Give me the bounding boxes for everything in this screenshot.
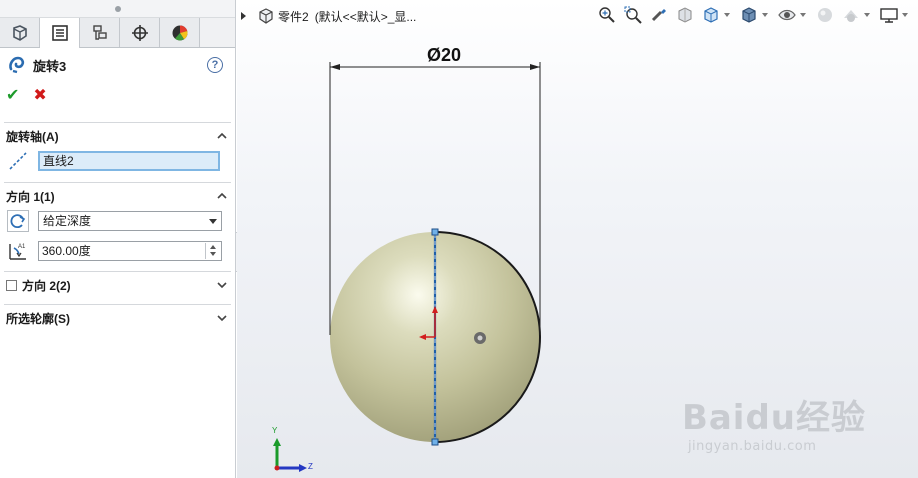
group-label-direction-1: 方向 1(1)	[6, 189, 55, 204]
group-header-direction-1[interactable]: 方向 1(1)	[4, 183, 231, 209]
part-icon	[259, 8, 273, 24]
svg-text:A1: A1	[18, 244, 26, 250]
cancel-icon[interactable]: ✖	[33, 85, 46, 105]
tab-display-manager[interactable]	[160, 18, 200, 47]
group-selected-contours: 所选轮廓(S)	[4, 304, 231, 331]
angle-icon: A1	[6, 239, 30, 263]
spin-up-button[interactable]	[206, 243, 220, 251]
axis-selection-field[interactable]: 直线2	[38, 151, 220, 171]
rotate-cursor-center	[477, 335, 483, 341]
help-icon[interactable]: ?	[207, 57, 223, 73]
tab-feature-manager[interactable]	[0, 18, 40, 47]
chevron-down-icon[interactable]	[217, 313, 227, 323]
axis-endpoint-top[interactable]	[431, 228, 439, 236]
panel-grip[interactable]	[0, 0, 235, 18]
axis-row: 直线2	[4, 149, 231, 173]
heads-up-toolbar	[596, 4, 912, 26]
dimension-arrow-right	[530, 64, 540, 70]
spin-down-button[interactable]	[206, 251, 220, 259]
view-orientation-dropdown[interactable]	[724, 13, 730, 17]
section-view-icon[interactable]	[674, 4, 696, 26]
tab-dimxpert[interactable]	[120, 18, 160, 47]
tab-property-manager[interactable]	[40, 18, 80, 48]
breadcrumb[interactable]: 零件2 (默认<<默认>_显...	[241, 6, 416, 26]
ok-cancel-row: ✔ ✖	[0, 82, 235, 108]
triad-z-label: Z	[308, 462, 313, 471]
axis-endpoint-bottom[interactable]	[431, 438, 439, 446]
watermark-url: jingyan.baidu.com	[687, 439, 817, 454]
hide-show-dropdown[interactable]	[800, 13, 806, 17]
tab-config-manager[interactable]	[80, 18, 120, 47]
triad-origin	[274, 465, 280, 471]
previous-view-icon[interactable]	[648, 4, 670, 26]
end-condition-row: 给定深度	[4, 209, 231, 233]
breadcrumb-config: (默认<<默认>_显...	[314, 9, 417, 24]
apply-scene-icon[interactable]	[840, 4, 862, 26]
end-condition-value: 给定深度	[43, 214, 92, 228]
grip-dot	[114, 5, 121, 12]
dimension-arrow-left	[330, 64, 340, 70]
chevron-up-icon[interactable]	[217, 191, 227, 201]
dimension-value[interactable]: Ø20	[427, 45, 461, 66]
zoom-area-icon[interactable]	[622, 4, 644, 26]
config-manager-tab-icon	[92, 24, 107, 40]
manager-tabs	[0, 18, 235, 48]
chevron-right-icon[interactable]	[241, 12, 246, 20]
view-settings-icon[interactable]	[878, 4, 900, 26]
sketch-tab-icon	[12, 24, 27, 41]
edit-appearance-icon[interactable]	[814, 4, 836, 26]
view-settings-dropdown[interactable]	[902, 13, 908, 17]
revolve-icon	[9, 56, 25, 74]
chevron-down-icon[interactable]	[217, 280, 227, 290]
angle-input[interactable]: 360.00度	[38, 241, 222, 261]
reverse-direction-icon[interactable]	[6, 209, 30, 233]
angle-spinner	[205, 243, 220, 259]
watermark: Baidu经验 jingyan.baidu.com	[682, 390, 866, 454]
apply-scene-dropdown[interactable]	[864, 13, 870, 17]
group-label-direction-2: 方向 2(2)	[22, 278, 71, 293]
breadcrumb-part: 零件2	[278, 9, 309, 24]
display-manager-tab-icon	[172, 24, 188, 40]
axis-line-icon	[6, 149, 30, 173]
triad-z-arrow	[299, 464, 307, 472]
property-manager-tab-icon	[51, 25, 68, 41]
property-manager-panel: 旋转3 ? ✔ ✖ 旋转轴(A) 直线2 方向 1(1) 给定深度 A1 360…	[0, 0, 236, 478]
view-orientation-icon[interactable]	[700, 4, 722, 26]
group-rotation-axis: 旋转轴(A) 直线2	[4, 122, 231, 173]
group-label-contours: 所选轮廓(S)	[6, 311, 70, 326]
chevron-down-icon	[209, 219, 217, 224]
zoom-to-fit-icon[interactable]	[596, 4, 618, 26]
end-condition-select[interactable]: 给定深度	[38, 211, 222, 231]
group-header-direction-2[interactable]: 方向 2(2)	[4, 272, 231, 298]
group-direction-2: 方向 2(2)	[4, 271, 231, 298]
watermark-brand: Baidu经验	[681, 398, 866, 438]
display-style-icon[interactable]	[738, 4, 760, 26]
display-style-dropdown[interactable]	[762, 13, 768, 17]
direction-2-checkbox[interactable]	[6, 279, 17, 291]
graphics-area[interactable]: Ø20 Y Z 零件2 (默认<<默认>_显... Baidu经验 jingya…	[237, 0, 918, 478]
confirm-icon[interactable]: ✔	[6, 85, 19, 105]
group-label-axis: 旋转轴(A)	[6, 129, 59, 144]
angle-value: 360.00度	[42, 244, 91, 258]
group-header-axis[interactable]: 旋转轴(A)	[4, 123, 231, 149]
angle-row: A1 360.00度	[4, 239, 231, 263]
hide-show-icon[interactable]	[776, 4, 798, 26]
group-direction-1: 方向 1(1) 给定深度 A1 360.00度	[4, 182, 231, 263]
chevron-up-icon[interactable]	[217, 131, 227, 141]
group-header-contours[interactable]: 所选轮廓(S)	[4, 305, 231, 331]
dimxpert-tab-icon	[131, 24, 148, 41]
triad-y-arrow	[273, 438, 281, 446]
feature-header: 旋转3 ?	[0, 48, 235, 82]
triad-y-label: Y	[272, 426, 278, 435]
feature-title: 旋转3	[33, 58, 67, 74]
